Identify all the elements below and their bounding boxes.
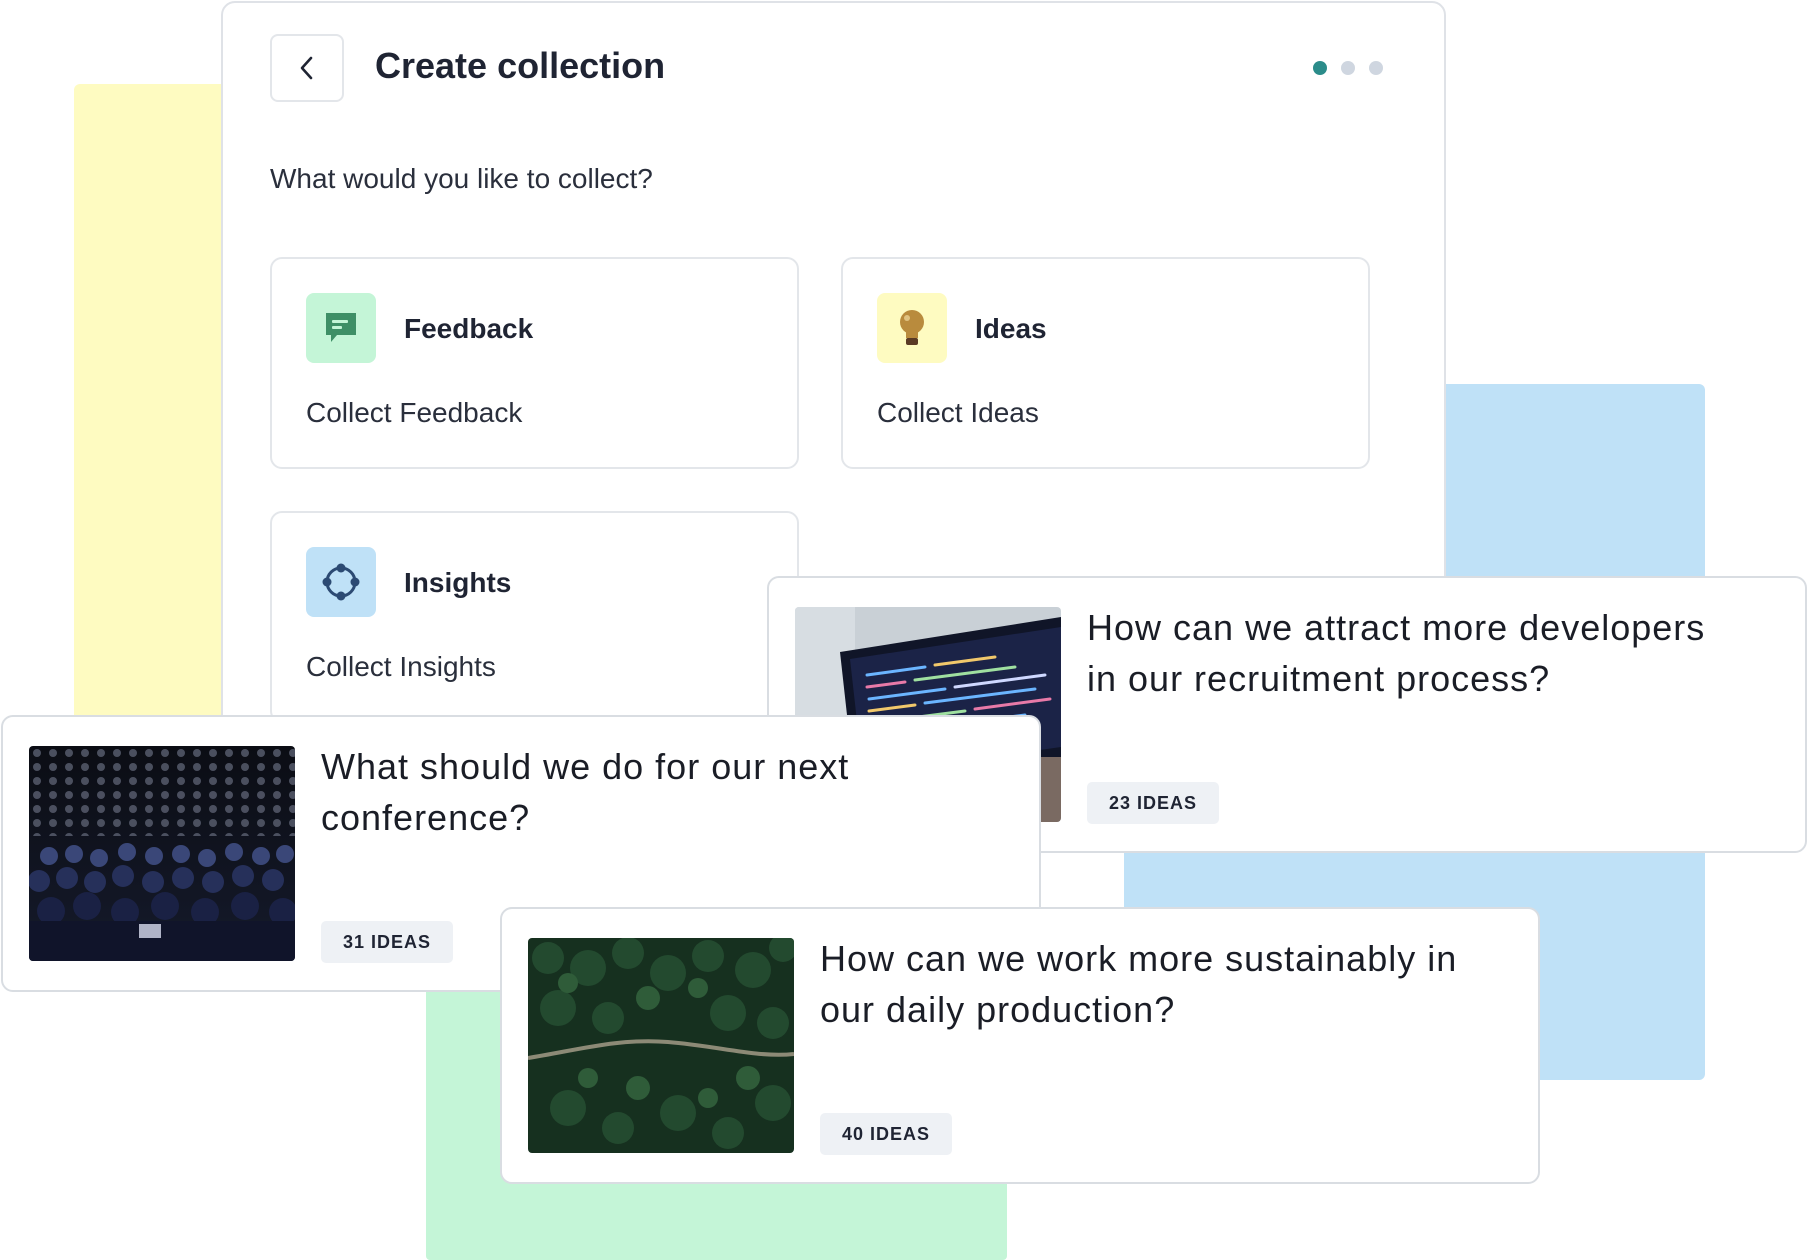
- ideas-count-badge: 23 IDEAS: [1087, 782, 1220, 824]
- idea-card-sustainability[interactable]: How can we work more sustainably in our …: [500, 907, 1540, 1184]
- option-title: Insights: [404, 567, 512, 598]
- page-title: Create collection: [375, 45, 666, 86]
- option-description: Collect Ideas: [877, 397, 1039, 428]
- card-question: How can we work more sustainably in our …: [820, 938, 1458, 1030]
- option-description: Collect Feedback: [306, 397, 523, 428]
- forest-road-image: [528, 938, 794, 1153]
- option-title: Ideas: [975, 313, 1047, 344]
- collect-question: What would you like to collect?: [270, 163, 653, 194]
- step-dot-1: [1313, 61, 1327, 75]
- option-title: Feedback: [404, 313, 534, 344]
- chevron-left-icon: [300, 56, 313, 80]
- step-dot-2: [1341, 61, 1355, 75]
- conference-audience-image: [29, 746, 295, 961]
- option-insights[interactable]: Insights Collect Insights: [270, 511, 799, 723]
- card-question: How can we attract more developers in ou…: [1087, 607, 1706, 699]
- option-ideas[interactable]: Ideas Collect Ideas: [841, 257, 1370, 469]
- ideas-count-badge: 40 IDEAS: [820, 1113, 953, 1155]
- back-button[interactable]: [270, 34, 344, 102]
- step-indicator: [1313, 61, 1383, 75]
- step-dot-3: [1369, 61, 1383, 75]
- insights-icon: [306, 547, 376, 617]
- lightbulb-icon: [877, 293, 947, 363]
- chat-icon: [306, 293, 376, 363]
- option-description: Collect Insights: [306, 651, 496, 682]
- ideas-count-badge: 31 IDEAS: [321, 921, 454, 963]
- option-feedback[interactable]: Feedback Collect Feedback: [270, 257, 799, 469]
- card-question: What should we do for our next conferenc…: [321, 746, 850, 838]
- decor-yellow-block: [74, 84, 244, 724]
